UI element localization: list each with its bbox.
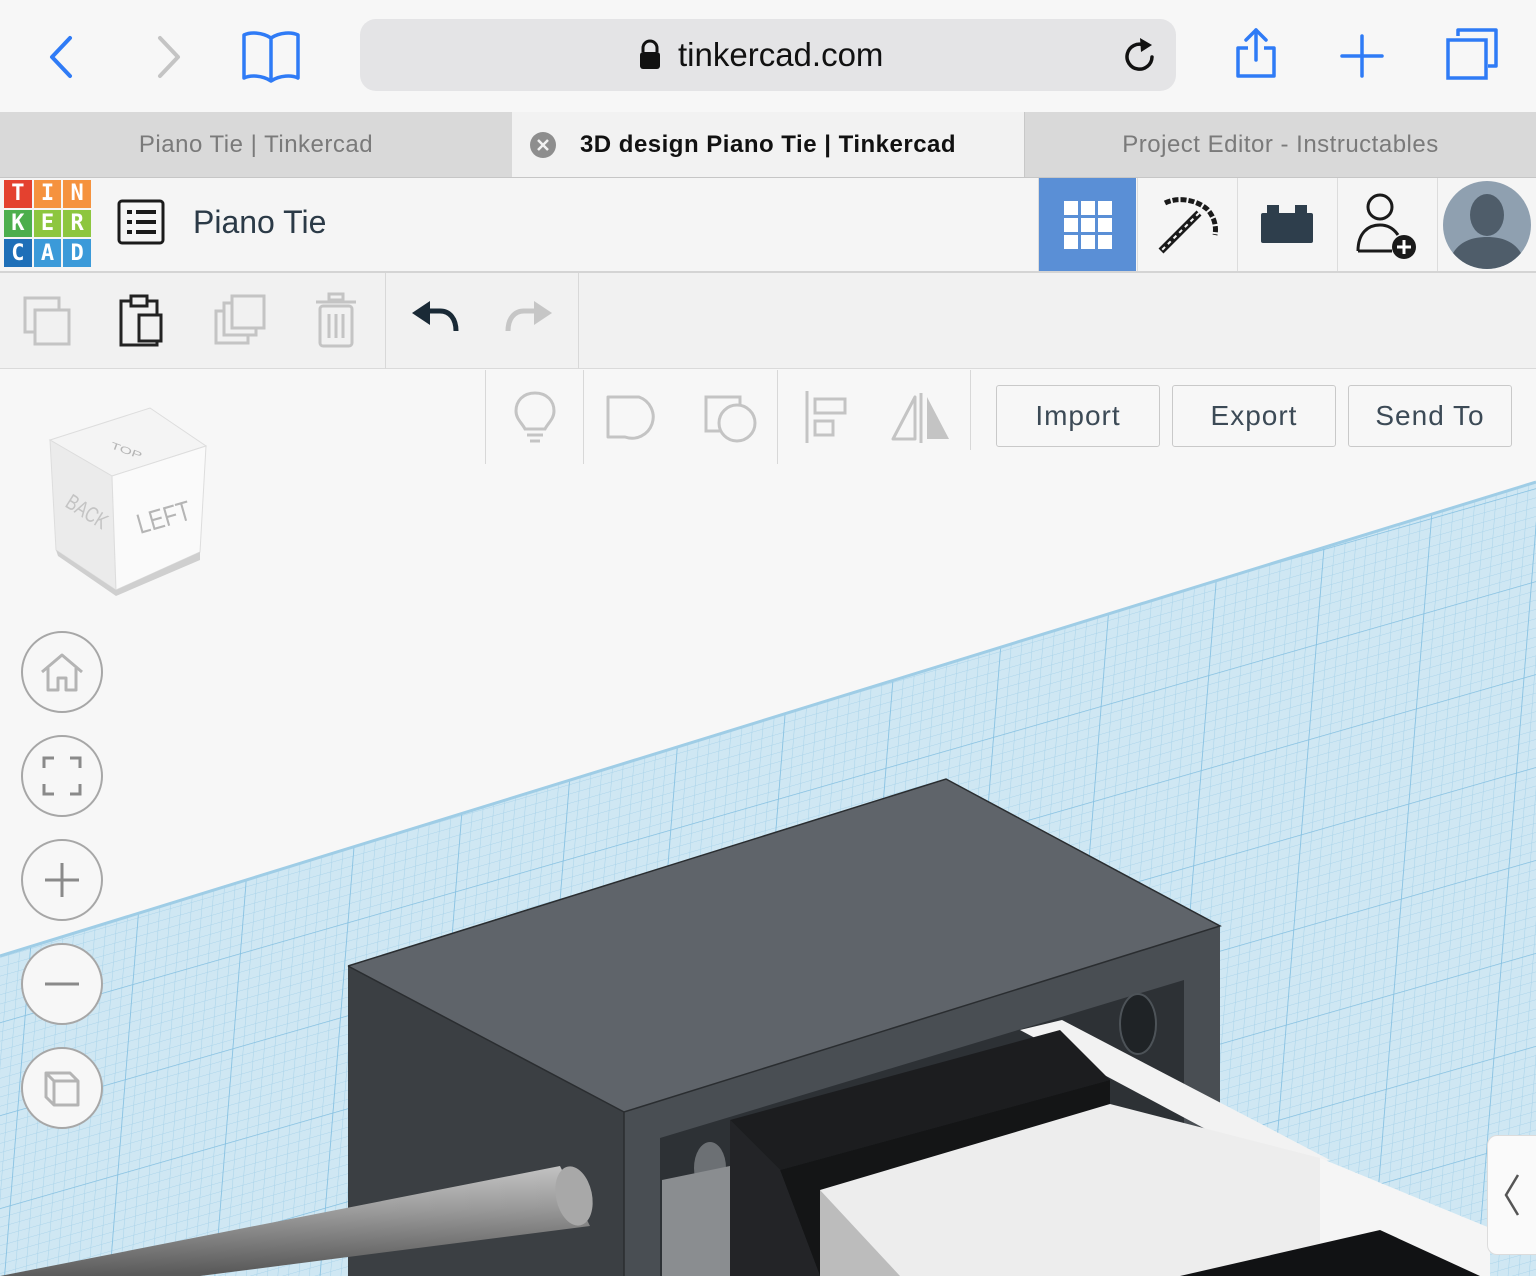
- mirror-tool-button[interactable]: [873, 370, 969, 464]
- avatar: [1443, 180, 1531, 269]
- lock-icon: [640, 39, 660, 69]
- copy-icon: [23, 296, 71, 346]
- logo-letter: C: [4, 239, 32, 267]
- mirror-icon: [891, 393, 949, 443]
- send-to-button[interactable]: Send To: [1348, 385, 1512, 447]
- home-icon: [41, 653, 83, 692]
- import-button[interactable]: Import: [996, 385, 1160, 447]
- add-user-icon: [1356, 193, 1416, 259]
- paste-button[interactable]: [94, 273, 190, 369]
- zoom-out-button[interactable]: [21, 943, 103, 1025]
- logo-letter: D: [63, 239, 91, 267]
- minus-icon: [45, 982, 79, 986]
- 3d-view-button[interactable]: [1038, 178, 1136, 271]
- zoom-in-button[interactable]: [21, 839, 103, 921]
- bookmarks-icon[interactable]: [240, 28, 302, 84]
- address-bar[interactable]: tinkercad.com: [360, 19, 1176, 91]
- chevron-left-icon: [1504, 1174, 1520, 1216]
- view-cube[interactable]: TOP BACK LEFT: [48, 407, 208, 596]
- logo-letter: R: [63, 209, 91, 238]
- ungroup-icon: [704, 395, 757, 443]
- tools-divider: [777, 370, 778, 464]
- align-icon: [805, 391, 847, 443]
- design-title[interactable]: Piano Tie: [193, 204, 326, 241]
- browser-toolbar: tinkercad.com: [0, 0, 1536, 112]
- pickaxe-icon: [1158, 196, 1218, 253]
- tab-label: 3D design Piano Tie | Tinkercad: [579, 130, 957, 158]
- ungroup-tool-button[interactable]: [683, 370, 779, 464]
- duplicate-button[interactable]: [192, 273, 288, 369]
- tabs-icon[interactable]: [1444, 26, 1500, 82]
- tab-piano-tie[interactable]: Piano Tie | Tinkercad: [0, 112, 512, 177]
- trash-icon: [316, 292, 356, 348]
- redo-button[interactable]: [481, 273, 577, 369]
- redo-icon: [505, 301, 552, 332]
- fit-icon: [42, 756, 82, 796]
- workplane-viewport[interactable]: TOP BACK LEFT Import Export Send To: [0, 370, 1536, 1276]
- undo-button[interactable]: [387, 273, 483, 369]
- close-icon: [537, 139, 549, 151]
- logo-letter: E: [33, 209, 62, 238]
- lego-view-button[interactable]: [1237, 178, 1335, 271]
- edit-toolbar: [0, 273, 1536, 369]
- perspective-icon: [44, 1071, 80, 1107]
- tools-divider: [970, 370, 971, 450]
- brick-icon: [1260, 204, 1313, 243]
- share-icon[interactable]: [1232, 24, 1280, 82]
- export-button[interactable]: Export: [1172, 385, 1336, 447]
- grid-icon: [1063, 200, 1112, 249]
- home-view-button[interactable]: [21, 631, 103, 713]
- align-tool-button[interactable]: [779, 370, 875, 464]
- toolbar-divider: [385, 273, 386, 369]
- group-tool-button[interactable]: [585, 370, 681, 464]
- reload-icon[interactable]: [1122, 37, 1158, 75]
- perspective-toggle-button[interactable]: [21, 1047, 103, 1129]
- plus-icon: [45, 863, 79, 897]
- logo-letter: I: [33, 180, 62, 208]
- group-icon: [606, 395, 655, 440]
- minecraft-view-button[interactable]: [1137, 178, 1235, 271]
- forward-icon[interactable]: [148, 30, 192, 84]
- lightbulb-icon: [514, 391, 556, 443]
- tab-3d-design[interactable]: 3D design Piano Tie | Tinkercad: [512, 112, 1024, 177]
- user-avatar-button[interactable]: [1437, 178, 1536, 271]
- new-tab-icon[interactable]: [1338, 32, 1386, 80]
- tools-divider: [583, 370, 584, 464]
- tab-label: Project Editor - Instructables: [1122, 130, 1439, 158]
- app-header: T I N K E R C A D Piano Tie: [0, 178, 1536, 273]
- logo-letter: A: [33, 239, 62, 267]
- duplicate-icon: [214, 294, 266, 345]
- logo-letter: N: [63, 180, 91, 208]
- undo-icon: [412, 301, 459, 332]
- shapes-panel-toggle[interactable]: [1487, 1135, 1536, 1255]
- tab-close-button[interactable]: [530, 132, 556, 158]
- logo-letter: K: [4, 209, 32, 238]
- tinkercad-logo[interactable]: T I N K E R C A D: [4, 180, 91, 267]
- fit-view-button[interactable]: [21, 735, 103, 817]
- back-icon[interactable]: [40, 30, 84, 84]
- design-list-icon[interactable]: [117, 199, 165, 245]
- tools-divider: [485, 370, 486, 464]
- toolbar-divider: [578, 273, 579, 369]
- url-text: tinkercad.com: [678, 36, 884, 73]
- tab-label: Piano Tie | Tinkercad: [138, 130, 374, 158]
- notes-tool-button[interactable]: [487, 370, 583, 464]
- copy-button[interactable]: [0, 273, 96, 369]
- invite-user-button[interactable]: [1337, 178, 1435, 271]
- workplane-scene[interactable]: TOP BACK LEFT: [0, 370, 1536, 1276]
- tab-project-editor[interactable]: Project Editor - Instructables: [1024, 112, 1536, 177]
- logo-letter: T: [4, 180, 32, 208]
- delete-button[interactable]: [288, 273, 384, 369]
- browser-tab-strip: Piano Tie | Tinkercad 3D design Piano Ti…: [0, 112, 1536, 178]
- paste-icon: [119, 294, 163, 347]
